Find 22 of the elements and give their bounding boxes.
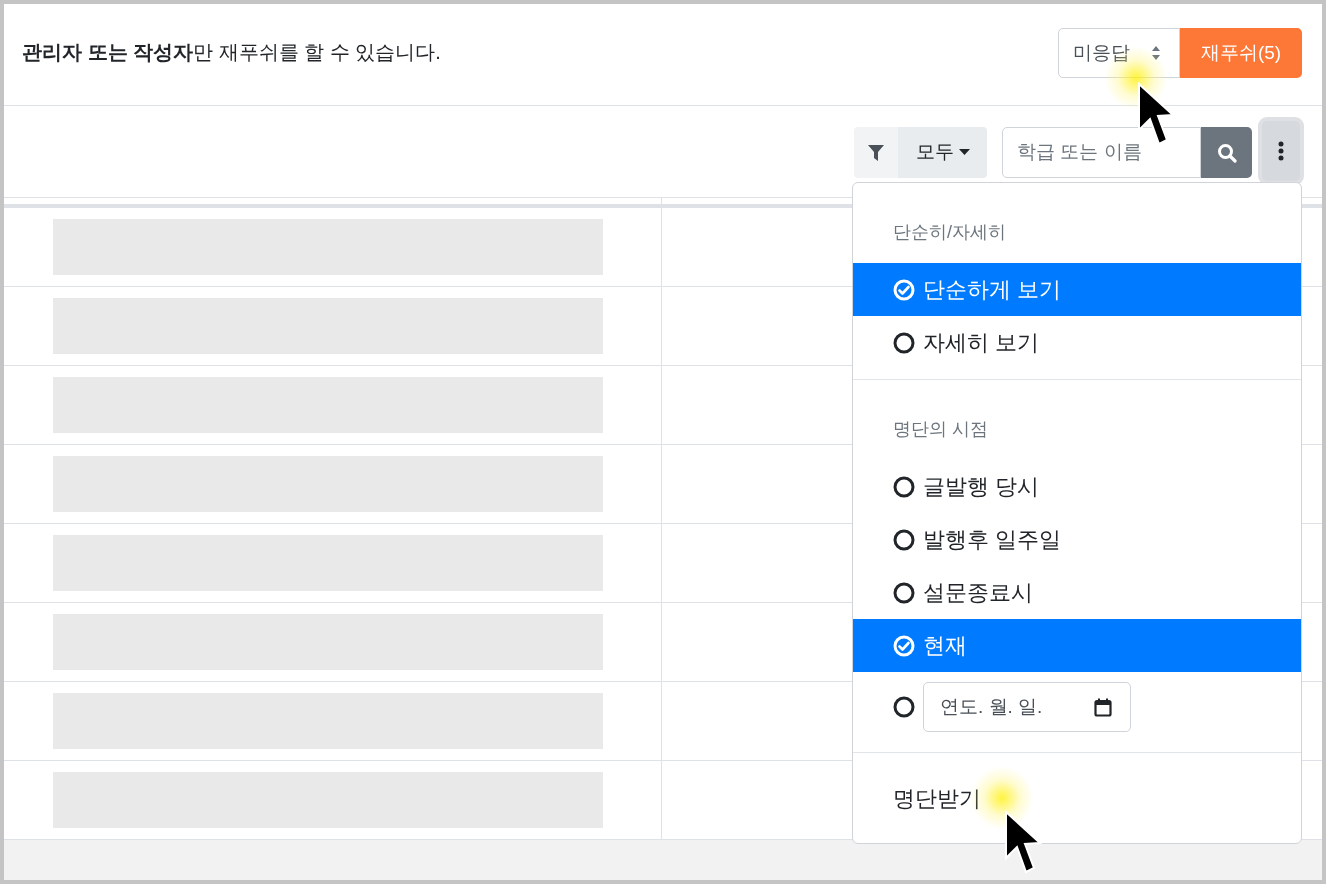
- sort-arrows-icon: [1151, 45, 1161, 61]
- menu-option[interactable]: 단순하게 보기: [853, 263, 1301, 316]
- menu-option[interactable]: 현재: [853, 619, 1301, 672]
- search-icon: [1216, 142, 1237, 163]
- more-options-button[interactable]: [1262, 121, 1300, 181]
- download-list-item[interactable]: 명단받기: [853, 763, 1301, 833]
- menu-option[interactable]: 글발행 당시: [853, 460, 1301, 513]
- menu-section-header: 단순히/자세히: [893, 220, 1006, 244]
- search-field[interactable]: 학급 또는 이름: [1002, 127, 1201, 178]
- calendar-icon: [1094, 697, 1112, 717]
- sort-select[interactable]: 미응답: [1058, 28, 1180, 78]
- menu-option[interactable]: 설문종료시: [853, 566, 1301, 619]
- menu-option[interactable]: 자세히 보기: [853, 316, 1301, 369]
- kebab-menu-icon: [1278, 141, 1284, 161]
- search-button[interactable]: [1201, 127, 1252, 178]
- filter-dropdown[interactable]: 모두: [898, 127, 987, 178]
- menu-section-header: 명단의 시점: [893, 417, 988, 441]
- date-field[interactable]: 연도. 월. 일.: [923, 682, 1131, 732]
- filter-icon: [868, 143, 884, 162]
- menu-option[interactable]: 발행후 일주일: [853, 513, 1301, 566]
- caret-down-icon: [958, 149, 970, 156]
- notice-text: 관리자 또는 작성자만 재푸쉬를 할 수 있습니다.: [22, 40, 441, 65]
